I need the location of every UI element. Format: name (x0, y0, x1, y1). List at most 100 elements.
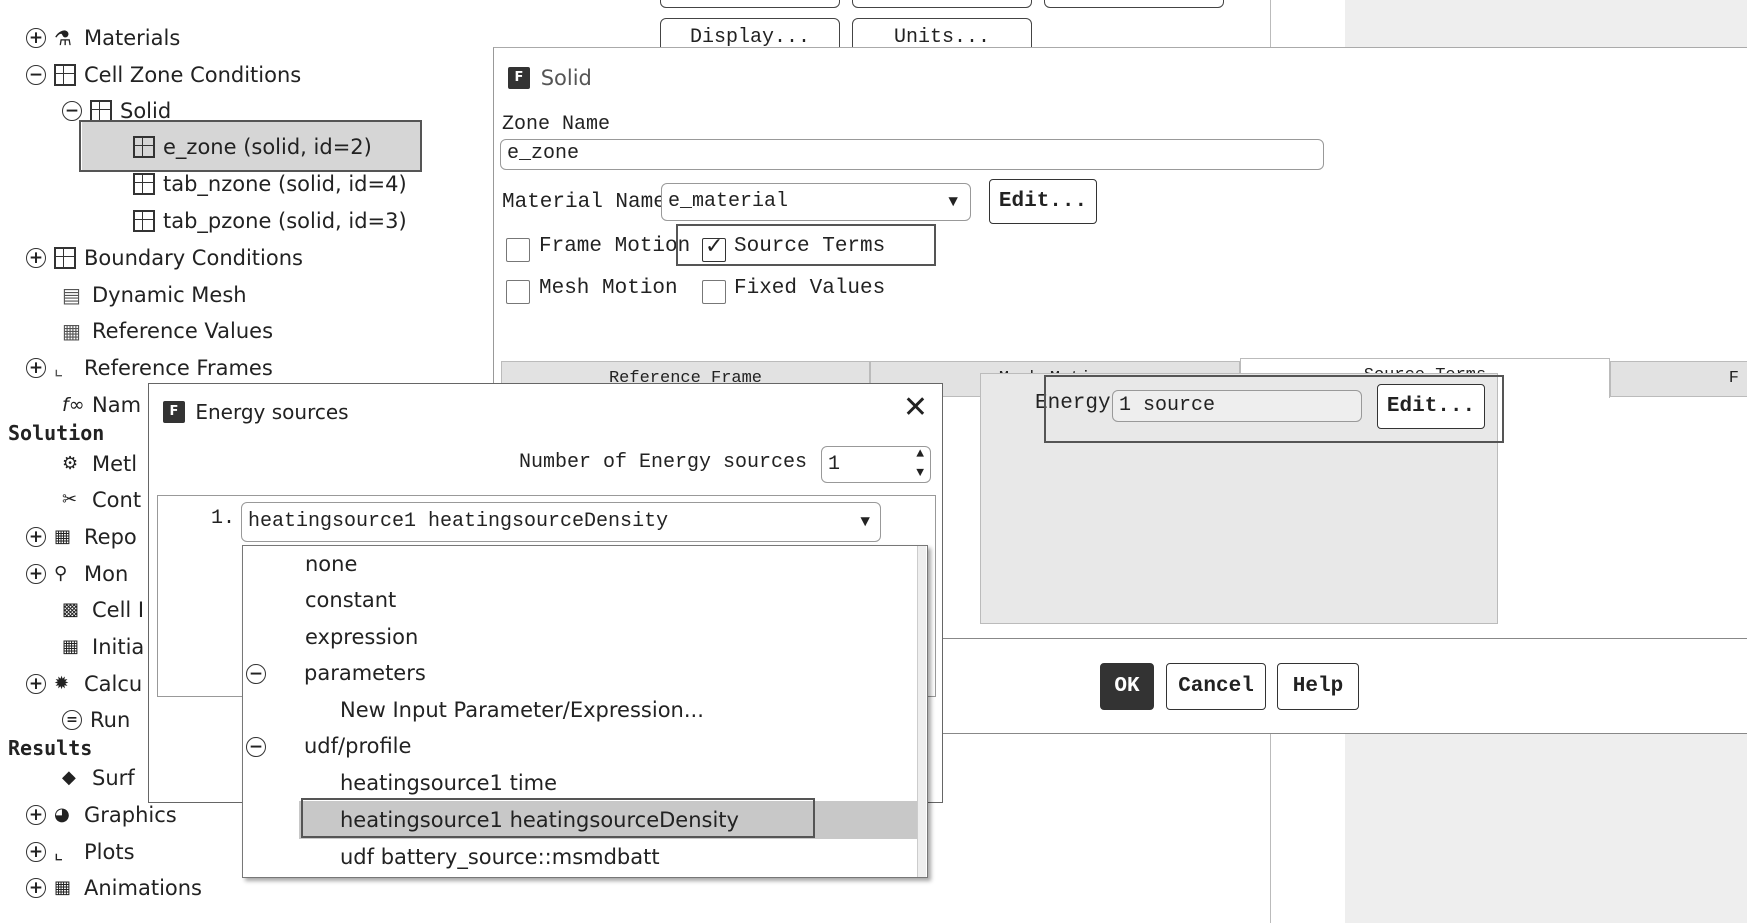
help-button[interactable]: Help (1277, 663, 1359, 710)
stepper-down-icon[interactable]: ▼ (916, 466, 924, 480)
tree-item-cell-registers[interactable]: ▩ Cell I (62, 593, 144, 625)
graphics-icon: ◕ (54, 804, 70, 825)
source-row-index: 1. (211, 507, 236, 530)
collapse-icon[interactable]: − (246, 737, 266, 757)
expand-icon[interactable]: + (26, 805, 46, 825)
reference-values-icon: ▦ (62, 319, 81, 343)
methods-icon: ⚙ (62, 453, 79, 474)
option-group-parameters[interactable]: − parameters (243, 655, 426, 691)
highlight-box-energy (1044, 375, 1504, 443)
tree-item-report-definitions[interactable]: + ▦ Repo (26, 520, 137, 552)
option-udf-battery-source[interactable]: udf battery_source::msmdbatt (340, 839, 660, 875)
stepper-up-icon[interactable]: ▲ (916, 447, 924, 461)
dynamic-mesh-icon: ▤ (62, 283, 81, 307)
option-heatingsource1-time[interactable]: heatingsource1 time (340, 765, 557, 801)
tree-item-controls[interactable]: ✂ Cont (62, 483, 141, 515)
function-icon: f∞ (62, 394, 85, 416)
option-none[interactable]: none (305, 546, 357, 582)
surface-icon: ◆ (62, 767, 76, 788)
ok-button[interactable]: OK (1100, 663, 1154, 710)
collapse-icon[interactable]: − (62, 101, 82, 121)
cell-zone-icon (54, 64, 76, 86)
gear-icon: ✹ (54, 673, 70, 694)
tree-item-reference-frames[interactable]: + ⌞ Reference Frames (26, 351, 273, 383)
chevron-down-icon: ▼ (948, 193, 958, 211)
tree-item-reference-values[interactable]: ▦ Reference Values (62, 314, 273, 346)
cell-zone-icon (90, 100, 112, 122)
highlight-box-e-zone (79, 120, 422, 172)
cell-zone-icon (133, 173, 155, 195)
close-icon[interactable]: ✕ (903, 390, 928, 426)
highlight-box-density (301, 798, 815, 838)
tree-section-results[interactable]: Results (8, 730, 92, 762)
option-expression[interactable]: expression (305, 619, 418, 655)
expand-icon[interactable]: + (26, 564, 46, 584)
option-group-udf-profile[interactable]: − udf/profile (243, 728, 411, 764)
run-icon: = (62, 710, 82, 730)
report-icon: ▦ (54, 526, 72, 547)
boundary-icon (54, 247, 76, 269)
material-name-select[interactable]: e_material ▼ (661, 183, 971, 221)
controls-icon: ✂ (62, 489, 78, 510)
energy-count-stepper[interactable]: 1 ▲ ▼ (821, 446, 931, 483)
expand-icon[interactable]: + (26, 28, 46, 48)
tree-section-solution[interactable]: Solution (8, 415, 104, 447)
material-name-label: Material Name (502, 191, 666, 214)
highlight-box-source-terms (676, 224, 936, 266)
tree-item-materials[interactable]: + ⚗ Materials (26, 21, 180, 53)
tree-item-cell-zone-conditions[interactable]: − Cell Zone Conditions (26, 58, 301, 90)
material-edit-button[interactable]: Edit... (989, 179, 1097, 224)
tree-item-tab-nzone[interactable]: tab_nzone (solid, id=4) (133, 167, 407, 199)
fixed-values-checkbox[interactable] (702, 280, 726, 304)
expand-icon[interactable]: + (26, 358, 46, 378)
expand-icon[interactable]: + (26, 674, 46, 694)
tree-item-plots[interactable]: + ⌞ Plots (26, 835, 135, 867)
expand-icon[interactable]: + (26, 878, 46, 898)
materials-icon: ⚗ (54, 26, 72, 50)
tree-item-methods[interactable]: ⚙ Metl (62, 447, 137, 479)
magnifier-icon: ⚲ (54, 563, 68, 584)
fluent-app-icon: F (508, 67, 530, 89)
animation-icon: ▦ (54, 877, 72, 898)
energy-source-select[interactable]: heatingsource1 heatingsourceDensity ▼ (241, 502, 881, 542)
frame-motion-label: Frame Motion (539, 235, 691, 258)
collapse-icon[interactable]: − (246, 664, 266, 684)
top-button-2[interactable] (852, 0, 1032, 8)
tree-item-dynamic-mesh[interactable]: ▤ Dynamic Mesh (62, 278, 247, 310)
top-button-3[interactable] (1044, 0, 1224, 8)
expand-icon[interactable]: + (26, 842, 46, 862)
collapse-icon[interactable]: − (26, 65, 46, 85)
energy-dialog-title: F Energy sources (163, 398, 349, 424)
fixed-values-label: Fixed Values (734, 277, 886, 300)
frame-motion-checkbox[interactable] (506, 238, 530, 262)
mesh-motion-checkbox[interactable] (506, 280, 530, 304)
tree-item-surfaces[interactable]: ◆ Surf (62, 761, 135, 793)
chevron-down-icon: ▼ (860, 513, 870, 531)
cell-zone-icon (133, 210, 155, 232)
cell-registers-icon: ▩ (62, 599, 80, 620)
zone-name-input[interactable]: e_zone (500, 139, 1324, 170)
solid-dialog-title: F Solid (508, 65, 592, 90)
plot-icon: ⌞ (54, 840, 64, 864)
expand-icon[interactable]: + (26, 248, 46, 268)
option-new-input-parameter[interactable]: New Input Parameter/Expression... (340, 692, 704, 728)
tab-fixed-values[interactable]: F (1610, 361, 1747, 397)
tree-item-initialization[interactable]: ▦ Initia (62, 630, 144, 662)
fluent-app-icon: F (163, 400, 185, 423)
option-constant[interactable]: constant (305, 582, 396, 618)
top-button-1[interactable] (660, 0, 840, 8)
tree-item-animations[interactable]: + ▦ Animations (26, 871, 202, 903)
tree-item-tab-pzone[interactable]: tab_pzone (solid, id=3) (133, 204, 407, 236)
mesh-motion-label: Mesh Motion (539, 277, 678, 300)
energy-count-label: Number of Energy sources (519, 451, 808, 474)
expand-icon[interactable]: + (26, 527, 46, 547)
initialization-icon: ▦ (62, 636, 80, 657)
dropdown-scrollbar[interactable] (917, 546, 926, 877)
energy-source-dropdown: none constant expression − parameters New… (242, 545, 928, 878)
cancel-button[interactable]: Cancel (1166, 663, 1266, 710)
tree-item-calculation-activities[interactable]: + ✹ Calcu (26, 667, 142, 699)
tree-item-boundary-conditions[interactable]: + Boundary Conditions (26, 241, 303, 273)
tree-item-monitors[interactable]: + ⚲ Mon (26, 557, 128, 589)
zone-name-label: Zone Name (502, 113, 611, 136)
axes-icon: ⌞ (54, 356, 64, 380)
